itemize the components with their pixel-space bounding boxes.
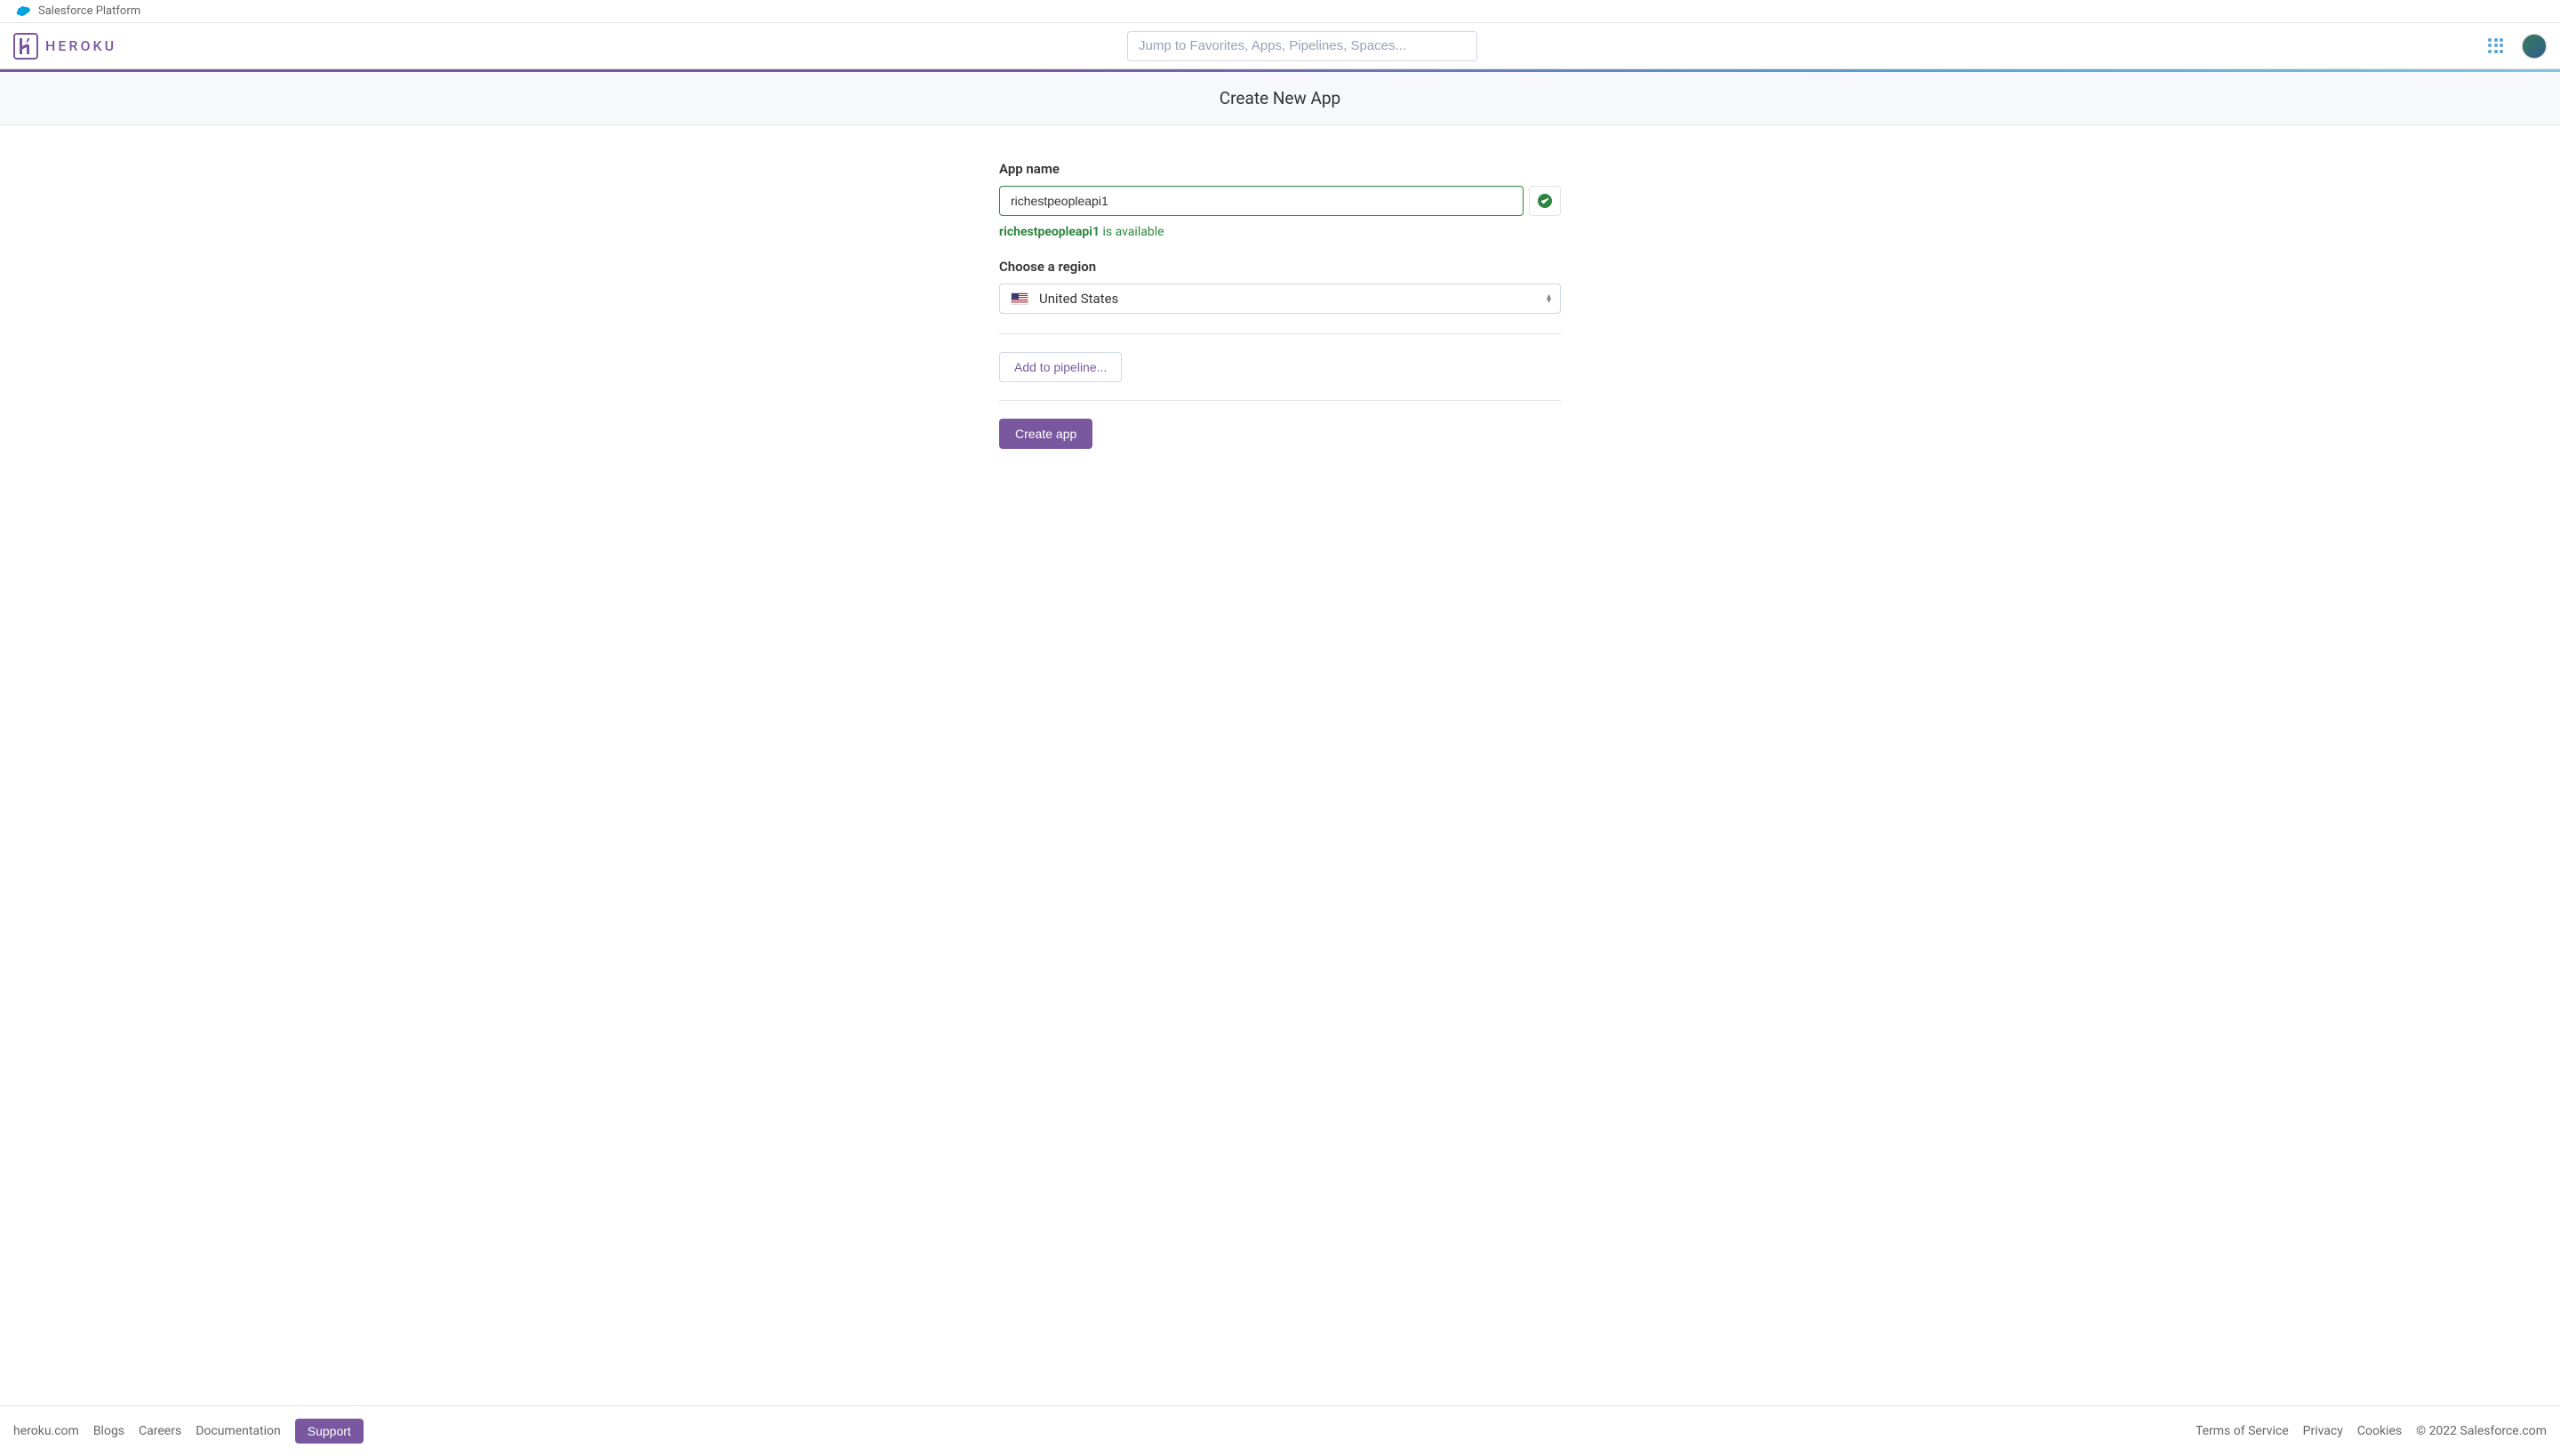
footer-link-careers[interactable]: Careers <box>139 1424 181 1438</box>
region-selected-value: United States <box>1039 291 1118 307</box>
footer-link-privacy[interactable]: Privacy <box>2303 1424 2343 1438</box>
availability-suffix: is available <box>1100 225 1164 239</box>
salesforce-cloud-icon <box>13 5 31 18</box>
heroku-logo-mark-icon <box>13 33 38 60</box>
footer-right-links: Terms of Service Privacy Cookies © 2022 … <box>2196 1424 2547 1438</box>
footer-link-blogs[interactable]: Blogs <box>93 1424 124 1438</box>
region-label: Choose a region <box>999 259 1561 275</box>
footer-link-cookies[interactable]: Cookies <box>2357 1424 2402 1438</box>
apps-grid-icon[interactable] <box>2488 38 2504 54</box>
main-content: App name richestpeopleapi1 is available … <box>999 125 1561 502</box>
app-name-label: App name <box>999 161 1561 177</box>
search-input[interactable] <box>1127 31 1477 61</box>
availability-message: richestpeopleapi1 is available <box>999 225 1561 239</box>
heroku-logo[interactable]: HEROKU <box>13 33 116 60</box>
create-section: Create app <box>999 401 1561 467</box>
footer-left-links: heroku.com Blogs Careers Documentation S… <box>13 1419 364 1444</box>
create-app-button[interactable]: Create app <box>999 419 1092 449</box>
salesforce-top-bar: Salesforce Platform <box>0 0 2560 23</box>
user-avatar[interactable] <box>2522 34 2547 59</box>
footer-link-home[interactable]: heroku.com <box>13 1424 79 1438</box>
pipeline-section: Add to pipeline... <box>999 334 1561 400</box>
add-to-pipeline-button[interactable]: Add to pipeline... <box>999 352 1122 382</box>
copyright-text: © 2022 Salesforce.com <box>2416 1424 2547 1438</box>
availability-check-badge <box>1529 186 1561 216</box>
check-circle-icon <box>1538 194 1552 208</box>
page-header: Create New App <box>0 72 2560 125</box>
footer-link-terms[interactable]: Terms of Service <box>2196 1424 2289 1438</box>
support-button[interactable]: Support <box>295 1419 364 1444</box>
page-title: Create New App <box>0 88 2560 108</box>
select-arrow-icon: ▴▾ <box>1547 294 1551 303</box>
availability-name: richestpeopleapi1 <box>999 225 1100 239</box>
region-select[interactable]: United States ▴▾ <box>999 284 1561 314</box>
footer-link-documentation[interactable]: Documentation <box>196 1424 281 1438</box>
app-name-input[interactable] <box>999 186 1524 216</box>
us-flag-icon <box>1011 292 1028 305</box>
platform-label: Salesforce Platform <box>38 4 140 18</box>
footer: heroku.com Blogs Careers Documentation S… <box>0 1405 2560 1456</box>
main-navigation: HEROKU <box>0 23 2560 69</box>
heroku-logo-text: HEROKU <box>45 37 116 54</box>
